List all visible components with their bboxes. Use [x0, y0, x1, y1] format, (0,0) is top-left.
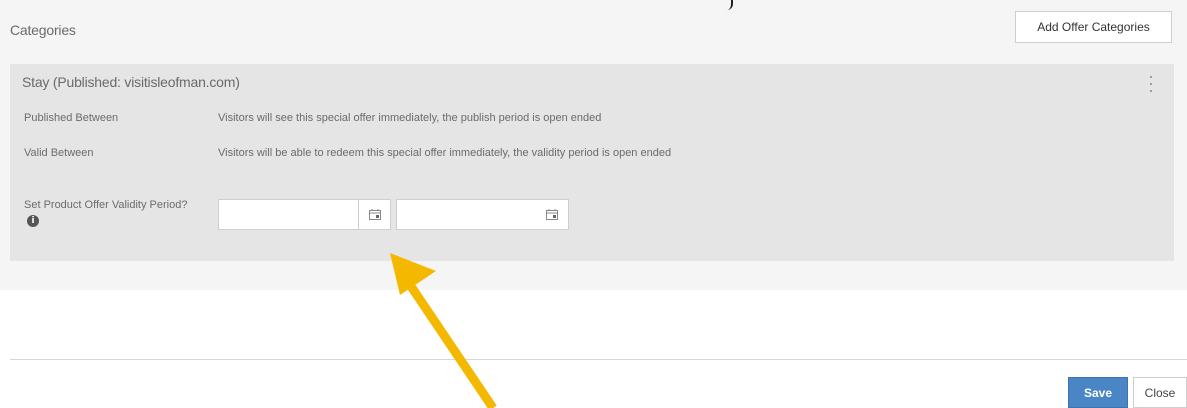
- validity-period-text: Set Product Offer Validity Period?: [24, 199, 188, 211]
- category-title: Stay (Published: visitisleofman.com): [22, 74, 240, 90]
- info-icon[interactable]: i: [27, 215, 39, 228]
- close-button[interactable]: Close: [1133, 377, 1187, 408]
- add-offer-categories-button[interactable]: Add Offer Categories: [1015, 11, 1172, 43]
- published-between-label: Published Between: [24, 112, 119, 124]
- footer-divider: [10, 359, 1187, 360]
- end-date-input[interactable]: [397, 200, 536, 229]
- panel-title: Categories: [10, 22, 76, 38]
- end-date-field: [396, 199, 569, 230]
- valid-between-value: Visitors will be able to redeem this spe…: [218, 147, 672, 159]
- validity-period-label: Set Product Offer Validity Period? i: [24, 197, 194, 229]
- valid-between-label: Valid Between: [24, 147, 94, 159]
- stray-mark: [725, 0, 733, 10]
- start-date-input[interactable]: [219, 200, 358, 229]
- more-options-icon[interactable]: [1149, 76, 1153, 92]
- category-card: Stay (Published: visitisleofman.com) Pub…: [10, 64, 1174, 261]
- categories-panel: Categories Add Offer Categories Stay (Pu…: [0, 0, 1187, 290]
- save-button[interactable]: Save: [1068, 377, 1128, 408]
- calendar-icon[interactable]: [536, 200, 568, 229]
- published-between-value: Visitors will see this special offer imm…: [218, 112, 602, 124]
- annotation-arrow-icon: [390, 253, 497, 408]
- calendar-icon[interactable]: [358, 200, 390, 229]
- start-date-field: [218, 199, 391, 230]
